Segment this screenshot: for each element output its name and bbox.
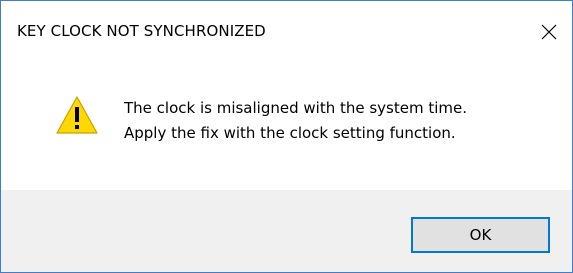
message-line: The clock is misaligned with the system …: [124, 99, 468, 117]
title-bar[interactable]: KEY CLOCK NOT SYNCHRONIZED: [1, 1, 572, 62]
dialog-footer: OK: [1, 190, 572, 272]
dialog-content: The clock is misaligned with the system …: [1, 62, 572, 190]
warning-icon: [56, 96, 98, 134]
ok-button[interactable]: OK: [411, 217, 550, 253]
message-line: Apply the fix with the clock setting fun…: [124, 124, 456, 142]
close-button[interactable]: [526, 1, 572, 62]
close-icon: [541, 24, 557, 39]
message-dialog: KEY CLOCK NOT SYNCHRONIZED The clock is …: [0, 0, 573, 273]
dialog-title: KEY CLOCK NOT SYNCHRONIZED: [17, 22, 266, 40]
dialog-message: The clock is misaligned with the system …: [124, 96, 467, 146]
